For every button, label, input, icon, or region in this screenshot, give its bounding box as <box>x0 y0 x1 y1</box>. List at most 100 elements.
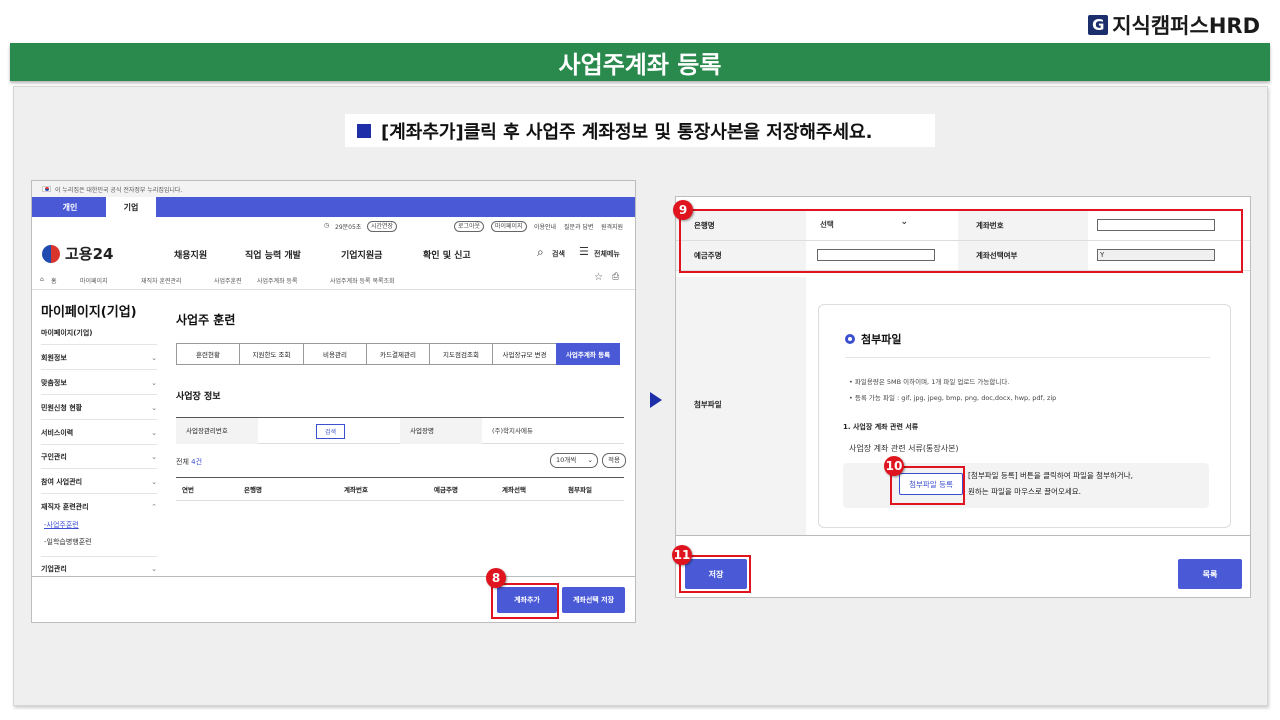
note-file-types: • 등록 가능 파일 : gif, jpg, jpeg, bmp, png, d… <box>849 394 1057 402</box>
logo-text: 고용24 <box>65 245 114 263</box>
main-title: 사업주 훈련 <box>176 313 236 327</box>
sidebar-item-history[interactable]: 서비스이력 ⌄ <box>41 421 157 445</box>
tab-card[interactable]: 카드결제관리 <box>366 343 430 365</box>
list-button[interactable]: 목록 <box>1178 559 1242 589</box>
search-icon[interactable]: ⌕ <box>537 245 544 260</box>
tab-limit[interactable]: 지원한도 조회 <box>239 343 304 365</box>
col-attachment: 첨부파일 <box>568 486 592 494</box>
qna-link[interactable]: 질문과 답변 <box>564 222 594 231</box>
gnb-item-subsidy[interactable]: 기업지원금 <box>341 248 382 261</box>
sidebar-item-business[interactable]: 참여 사업관리 ⌄ <box>41 470 157 494</box>
sidebar-item-member[interactable]: 회원정보 ⌄ <box>41 346 157 370</box>
drop-instruction-2: 원하는 파일을 마우스로 끌어오세요. <box>968 487 1082 496</box>
footer-divider <box>32 576 635 577</box>
attachment-title-text: 첨부파일 <box>861 333 902 346</box>
apply-button[interactable]: 적용 <box>602 453 626 468</box>
print-icon[interactable]: ⎙ <box>612 272 619 282</box>
business-search-button[interactable]: 검색 <box>316 424 346 439</box>
sidebar-sub-work-study[interactable]: -일학습병행훈련 <box>44 537 92 547</box>
chevron-down-icon: ⌄ <box>151 404 157 412</box>
breadcrumb-employer-training[interactable]: 사업주훈련 <box>214 276 242 285</box>
brand-logo: G 지식캠퍼스HRD <box>1088 10 1260 40</box>
col-bank: 은행명 <box>244 486 262 494</box>
chevron-up-icon: ⌃ <box>151 503 157 511</box>
sidebar-item-custom[interactable]: 맞춤정보 ⌄ <box>41 371 157 395</box>
all-menu-link[interactable]: 전체메뉴 <box>594 249 620 259</box>
count-prefix: 전체 <box>176 458 189 466</box>
sidebar-item-recruit[interactable]: 구인관리 ⌄ <box>41 445 157 469</box>
col-select: 계좌선택 <box>502 486 526 494</box>
sidebar-sub-employer-training[interactable]: -사업주훈련 <box>44 520 79 530</box>
site-logo[interactable]: 고용24 <box>42 243 113 264</box>
count-value: 4건 <box>191 458 203 466</box>
left-screenshot: 이 누리집은 대한민국 공식 전자정부 누리집입니다. 개인 기업 ◷ 29분0… <box>31 180 636 623</box>
col-account: 계좌번호 <box>344 486 368 494</box>
highlight-add-account <box>491 583 559 619</box>
sidebar-item-label: 서비스이력 <box>41 429 74 437</box>
top-utility-bar: ◷ 29분05초 시간연장 로그아웃 마이페이지 이용안내 질문과 답변 원격지… <box>32 219 635 233</box>
extend-time-button[interactable]: 시간연장 <box>367 221 398 232</box>
breadcrumb-home[interactable]: 홈 <box>51 276 57 285</box>
gnb-item-training[interactable]: 직업 능력 개발 <box>245 248 301 261</box>
label-business-name: 사업장명 <box>400 418 482 444</box>
breadcrumb-mypage[interactable]: 마이페이지 <box>80 276 108 285</box>
hamburger-icon[interactable]: ☰ <box>579 245 589 258</box>
gnb-item-report[interactable]: 확인 및 신고 <box>423 248 471 261</box>
tab-cost[interactable]: 비용관리 <box>303 343 367 365</box>
highlight-account-fields <box>679 209 1243 273</box>
flag-icon <box>42 186 51 192</box>
subtabs: 훈련현황 지원한도 조회 비용관리 카드결제관리 지도점검조회 사업장규모 변경… <box>176 343 620 365</box>
sidebar-item-company[interactable]: 기업관리 ⌄ <box>41 557 157 581</box>
guide-link[interactable]: 이용안내 <box>534 222 556 231</box>
sidebar-item-label: 마이페이지(기업) <box>41 329 93 337</box>
page-title: 사업주계좌 등록 <box>10 43 1270 81</box>
note-file-size: • 파일용량은 5MB 이하이며, 1개 파일 업로드 가능합니다. <box>849 378 1010 386</box>
step-marker-11: 11 <box>672 545 692 565</box>
sidebar-item-training[interactable]: 재직자 훈련관리 ⌃ <box>41 495 157 519</box>
save-selected-account-button[interactable]: 계좌선택 저장 <box>562 587 625 613</box>
next-arrow-icon <box>650 392 662 408</box>
remote-support-link[interactable]: 원격지원 <box>601 222 623 231</box>
step-marker-8: 8 <box>486 568 506 588</box>
business-info-row: 사업장관리번호 검색 사업장명 (주)학지사에듀 <box>176 418 624 444</box>
chevron-down-icon: ⌄ <box>151 379 157 387</box>
sidebar-item-mypage[interactable]: 마이페이지(기업) <box>41 321 157 345</box>
attachment-title: 첨부파일 <box>845 331 901 347</box>
user-type-tabs: 개인 기업 <box>32 197 635 217</box>
breadcrumb-account-register[interactable]: 사업주계좌 등록 <box>257 276 298 285</box>
sidebar-item-label: 재직자 훈련관리 <box>41 503 89 511</box>
page-size-select[interactable]: 10개씩 ⌄ <box>550 453 598 468</box>
tab-size-change[interactable]: 사업장규모 변경 <box>492 343 557 365</box>
attachment-label-cell: 첨부파일 <box>676 277 806 535</box>
logout-button[interactable]: 로그아웃 <box>454 221 485 232</box>
drop-instruction-1: [첨부파일 등록] 버튼을 클릭하여 파일을 첨부하거나, <box>968 471 1134 480</box>
chevron-down-icon: ⌄ <box>151 565 157 573</box>
tab-company[interactable]: 기업 <box>106 197 156 217</box>
label-business-number: 사업장관리번호 <box>176 418 258 444</box>
search-link[interactable]: 검색 <box>552 249 565 259</box>
chevron-down-icon: ⌄ <box>587 456 593 464</box>
tab-inspection[interactable]: 지도점검조회 <box>429 343 493 365</box>
chevron-down-icon: ⌄ <box>151 354 157 362</box>
business-name-value: (주)학지사에듀 <box>492 427 533 435</box>
sidebar-item-civil[interactable]: 민원신청 현황 ⌄ <box>41 396 157 420</box>
chevron-down-icon: ⌄ <box>151 453 157 461</box>
gnb-item-job[interactable]: 채용지원 <box>174 248 207 261</box>
tab-personal[interactable]: 개인 <box>34 197 106 217</box>
total-count: 전체 4건 <box>176 457 202 467</box>
mypage-button[interactable]: 마이페이지 <box>491 221 527 232</box>
section-title: 사업장 정보 <box>176 392 221 402</box>
instruction-text: [계좌추가]클릭 후 사업주 계좌정보 및 통장사본을 저장해주세요. <box>381 121 873 143</box>
tab-account-register[interactable]: 사업주계좌 등록 <box>556 343 620 365</box>
bullet-square-icon <box>357 123 371 138</box>
sidebar-item-label: 회원정보 <box>41 354 67 362</box>
attachment-label: 첨부파일 <box>694 400 722 409</box>
gov-banner-text: 이 누리집은 대한민국 공식 전자정부 누리집입니다. <box>55 186 183 194</box>
sidebar-item-label: 구인관리 <box>41 453 67 461</box>
tab-status[interactable]: 훈련현황 <box>176 343 240 365</box>
favorite-star-icon[interactable]: ☆ <box>594 272 603 283</box>
breadcrumb-divider <box>32 289 635 290</box>
breadcrumb-training-mgmt[interactable]: 재직자 훈련관리 <box>141 276 182 285</box>
home-icon[interactable]: ⌂ <box>40 276 44 283</box>
account-table-header: 연번 은행명 계좌번호 예금주명 계좌선택 첨부파일 <box>176 477 624 501</box>
